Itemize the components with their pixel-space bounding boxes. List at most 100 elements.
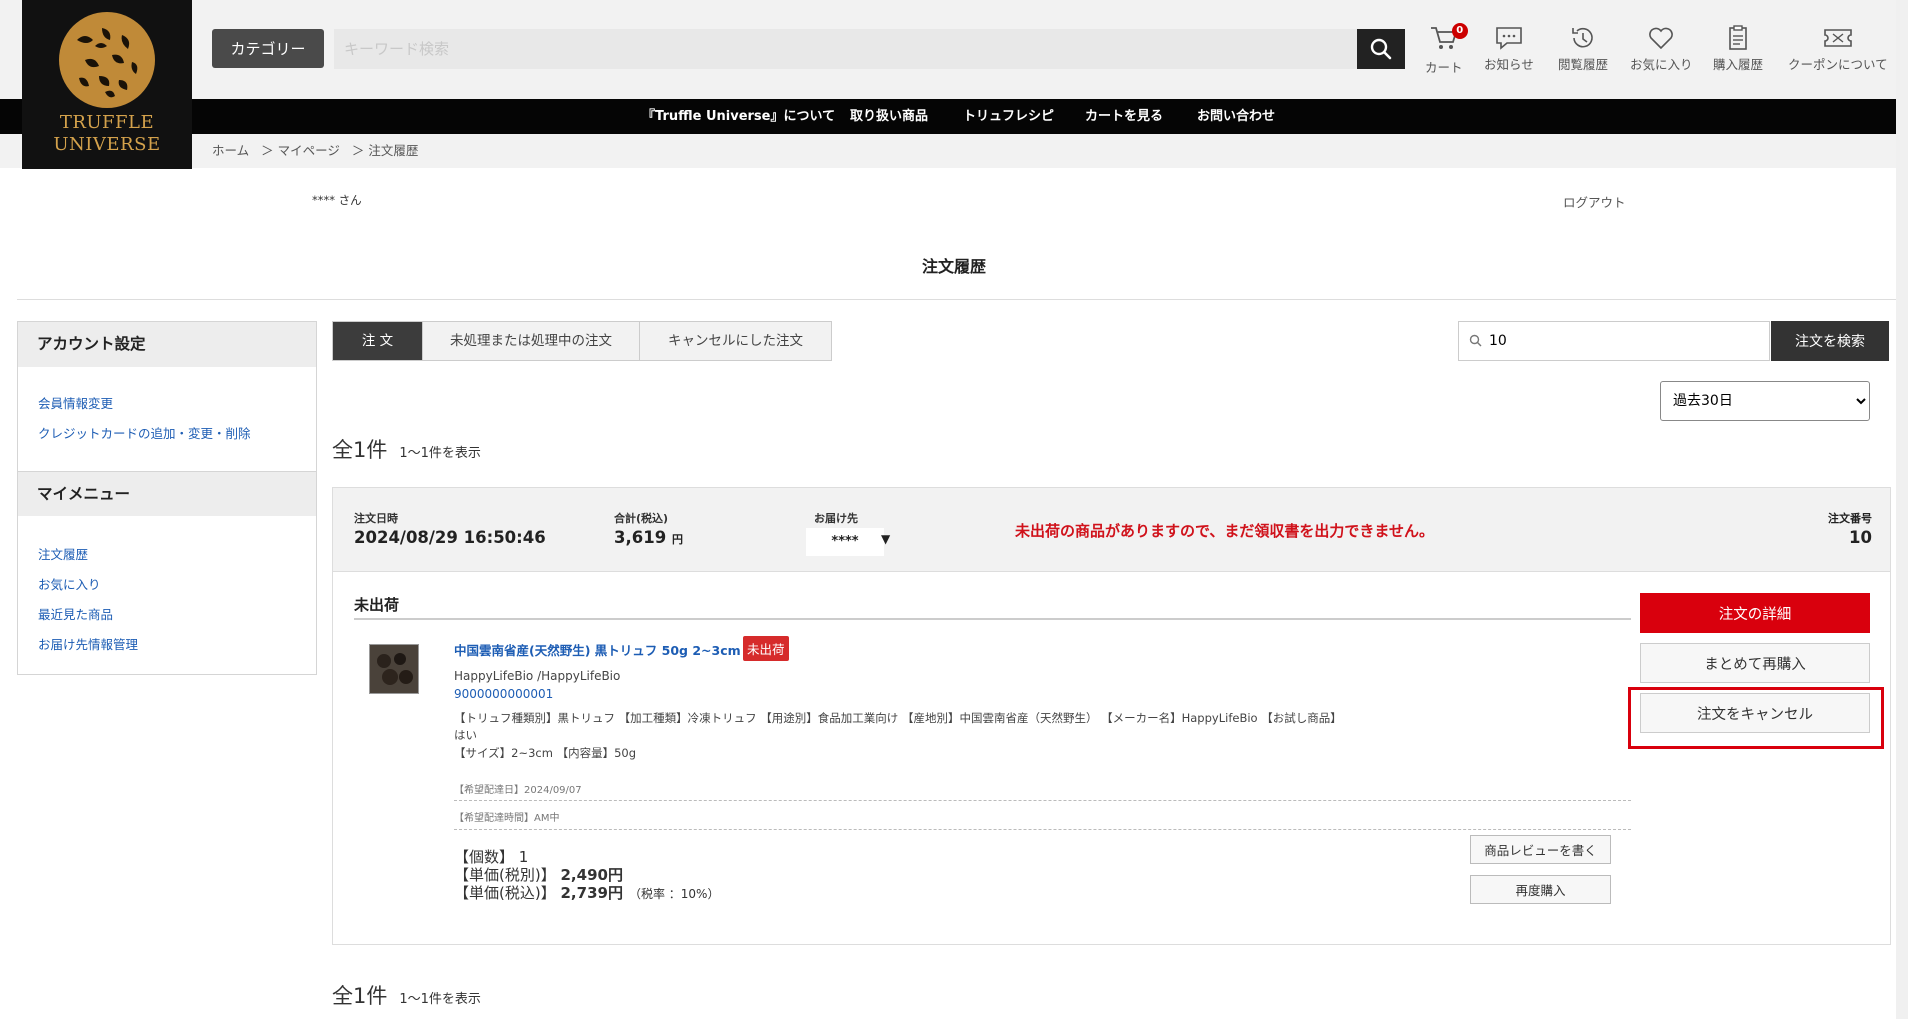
breadcrumb-bar: ホーム ＞ マイページ ＞ 注文履歴	[0, 134, 1908, 168]
coupon-label: クーポンについて	[1788, 57, 1888, 72]
tax-rate: （税率 ：10%）	[628, 887, 720, 901]
nav-products[interactable]: 取り扱い商品	[850, 99, 928, 134]
repurchase-item-button[interactable]: 再度購入	[1470, 875, 1611, 904]
order-detail-button[interactable]: 注文の詳細	[1640, 593, 1870, 633]
order-total-unit: 円	[671, 533, 683, 546]
result-count-bottom: 全1件 1〜1件を表示	[332, 980, 481, 1010]
unit-price-in-tax: 【単価(税込)】 2,739円 （税率 ：10%）	[454, 884, 720, 902]
product-name-link[interactable]: 中国雲南省産(天然野生) 黒トリュフ 50g 2~3cm	[454, 640, 741, 659]
write-review-button[interactable]: 商品レビューを書く	[1470, 835, 1611, 864]
cart-link[interactable]: 0 カート	[1425, 23, 1468, 76]
tab-orders[interactable]: 注 文	[333, 322, 423, 360]
nav-recipes[interactable]: トリュフレシピ	[963, 99, 1054, 134]
sidebar-item-order-history[interactable]: 注文履歴	[18, 544, 88, 563]
clipboard-icon	[1729, 25, 1747, 50]
purchase-history-link[interactable]: 購入履歴	[1713, 25, 1763, 73]
history-icon	[1572, 27, 1593, 48]
main-nav: 『Truffle Universe』について 取り扱い商品 トリュフレシピ カー…	[0, 99, 1908, 134]
tab-cancelled-orders[interactable]: キャンセルにした注文	[640, 322, 831, 360]
product-thumbnail[interactable]	[369, 644, 419, 694]
category-button[interactable]: カテゴリー	[212, 29, 324, 68]
product-maker: HappyLifeBio /HappyLifeBio	[454, 669, 621, 683]
order-number-label: 注文番号	[1828, 512, 1872, 525]
truffle-product-image	[370, 645, 418, 693]
favorites-link[interactable]: お気に入り	[1630, 25, 1693, 73]
product-size: 【サイズ】2~3cm 【内容量】50g	[454, 746, 637, 760]
search-button[interactable]	[1357, 29, 1405, 69]
page-title: 注文履歴	[921, 257, 986, 276]
dashed-divider	[454, 800, 1631, 801]
breadcrumb-home[interactable]: ホーム	[212, 143, 249, 158]
sidebar: アカウント設定 会員情報変更 クレジットカードの追加・変更・削除 マイメニュー …	[17, 321, 317, 675]
order-date: 2024/08/29 16:50:46	[354, 528, 546, 547]
coupon-ticket-icon	[1824, 29, 1852, 47]
unit-price-ex-tax: 【単価(税別)】 2,490円	[454, 866, 623, 884]
order-search-input[interactable]	[1458, 321, 1770, 361]
sidebar-item-recently-viewed[interactable]: 最近見た商品	[18, 604, 113, 623]
nav-view-cart[interactable]: カートを見る	[1085, 99, 1163, 134]
account-settings-heading: アカウント設定	[18, 322, 316, 367]
cancel-order-button[interactable]: 注文をキャンセル	[1640, 693, 1870, 733]
result-range: 1〜1件を表示	[399, 446, 481, 461]
product-pricing: 【個数】 1 【単価(税別)】 2,490円 【単価(税込)】 2,739円 （税…	[454, 848, 719, 903]
sidebar-item-favorites[interactable]: お気に入り	[18, 574, 101, 593]
receipt-warning: 未出荷の商品がありますので、まだ領収書を出力できません。	[1015, 522, 1434, 540]
breadcrumb-order-history: ＞ 注文履歴	[351, 143, 419, 158]
browsing-history-label: 閲覧履歴	[1558, 57, 1609, 72]
order-header: 注文日時 2024/08/29 16:50:46 合計(税込) 3,619 円 …	[333, 488, 1890, 572]
browsing-history-link[interactable]: 閲覧履歴	[1558, 25, 1608, 73]
sidebar-item-credit-card[interactable]: クレジットカードの追加・変更・削除	[18, 423, 251, 442]
order-search-button[interactable]: 注文を検索	[1771, 321, 1889, 361]
result-count-top: 全1件 1〜1件を表示	[332, 434, 481, 464]
order-number: 10	[1849, 528, 1872, 547]
news-link[interactable]: お知らせ	[1484, 25, 1534, 73]
nav-about[interactable]: 『Truffle Universe』について	[642, 99, 835, 134]
sidebar-item-addresses[interactable]: お届け先情報管理	[18, 634, 138, 653]
chevron-down-icon[interactable]: ▼	[881, 532, 890, 546]
delivery-date: 【希望配達日】2024/09/07	[454, 785, 582, 796]
user-greeting: **** さん	[312, 193, 362, 207]
order-tabs: 注 文 未処理または処理中の注文 キャンセルにした注文	[332, 321, 832, 361]
order-card: 注文日時 2024/08/29 16:50:46 合計(税込) 3,619 円 …	[332, 487, 1891, 945]
order-date-label: 注文日時	[354, 512, 398, 525]
purchase-history-label: 購入履歴	[1713, 57, 1764, 72]
news-label: お知らせ	[1484, 57, 1534, 72]
tab-pending-orders[interactable]: 未処理または処理中の注文	[423, 322, 640, 360]
my-menu-heading: マイメニュー	[18, 471, 316, 516]
nav-contact[interactable]: お問い合わせ	[1197, 99, 1275, 134]
result-total: 全1件	[332, 438, 388, 462]
destination-name[interactable]: ****	[806, 528, 884, 556]
period-select[interactable]: 過去30日	[1660, 381, 1870, 421]
product-code-link[interactable]: 9000000000001	[454, 687, 553, 701]
order-total: 3,619 円	[614, 528, 683, 547]
truffle-logo-icon	[59, 12, 155, 108]
breadcrumb: ホーム ＞ マイページ ＞ 注文履歴	[212, 134, 426, 168]
cart-label: カート	[1425, 60, 1463, 75]
chat-bubble-icon	[1496, 27, 1522, 50]
brand-name: TRUFFLE UNIVERSE	[53, 112, 161, 155]
product-attributes: 【トリュフ種類別】黒トリュフ 【加工種類】冷凍トリュフ 【用途別】食品加工業向け…	[454, 711, 1342, 725]
shipping-divider	[354, 618, 1631, 620]
title-divider	[17, 299, 1908, 300]
shipping-status-heading: 未出荷	[354, 596, 400, 614]
product-attributes-cont: はい	[454, 728, 477, 742]
order-total-value: 3,619	[614, 528, 667, 547]
cart-count-badge: 0	[1451, 23, 1468, 39]
result-range: 1〜1件を表示	[399, 992, 481, 1007]
result-total: 全1件	[332, 984, 388, 1008]
coupon-link[interactable]: クーポンについて	[1788, 25, 1888, 73]
keyword-search-input[interactable]	[334, 29, 1357, 69]
order-total-label: 合計(税込)	[614, 512, 669, 525]
sidebar-item-member-info[interactable]: 会員情報変更	[18, 393, 113, 412]
breadcrumb-mypage[interactable]: ＞ マイページ	[261, 143, 340, 158]
page-scrollbar[interactable]	[1896, 0, 1908, 1019]
search-icon	[1469, 334, 1482, 347]
dashed-divider	[454, 829, 1631, 830]
search-icon	[1370, 38, 1392, 60]
favorites-label: お気に入り	[1630, 57, 1693, 72]
rebuy-all-button[interactable]: まとめて再購入	[1640, 643, 1870, 683]
destination-label: お届け先	[814, 512, 858, 525]
site-logo[interactable]: TRUFFLE UNIVERSE	[22, 0, 192, 169]
logout-link[interactable]: ログアウト	[1563, 192, 1626, 211]
heart-icon	[1649, 27, 1674, 50]
